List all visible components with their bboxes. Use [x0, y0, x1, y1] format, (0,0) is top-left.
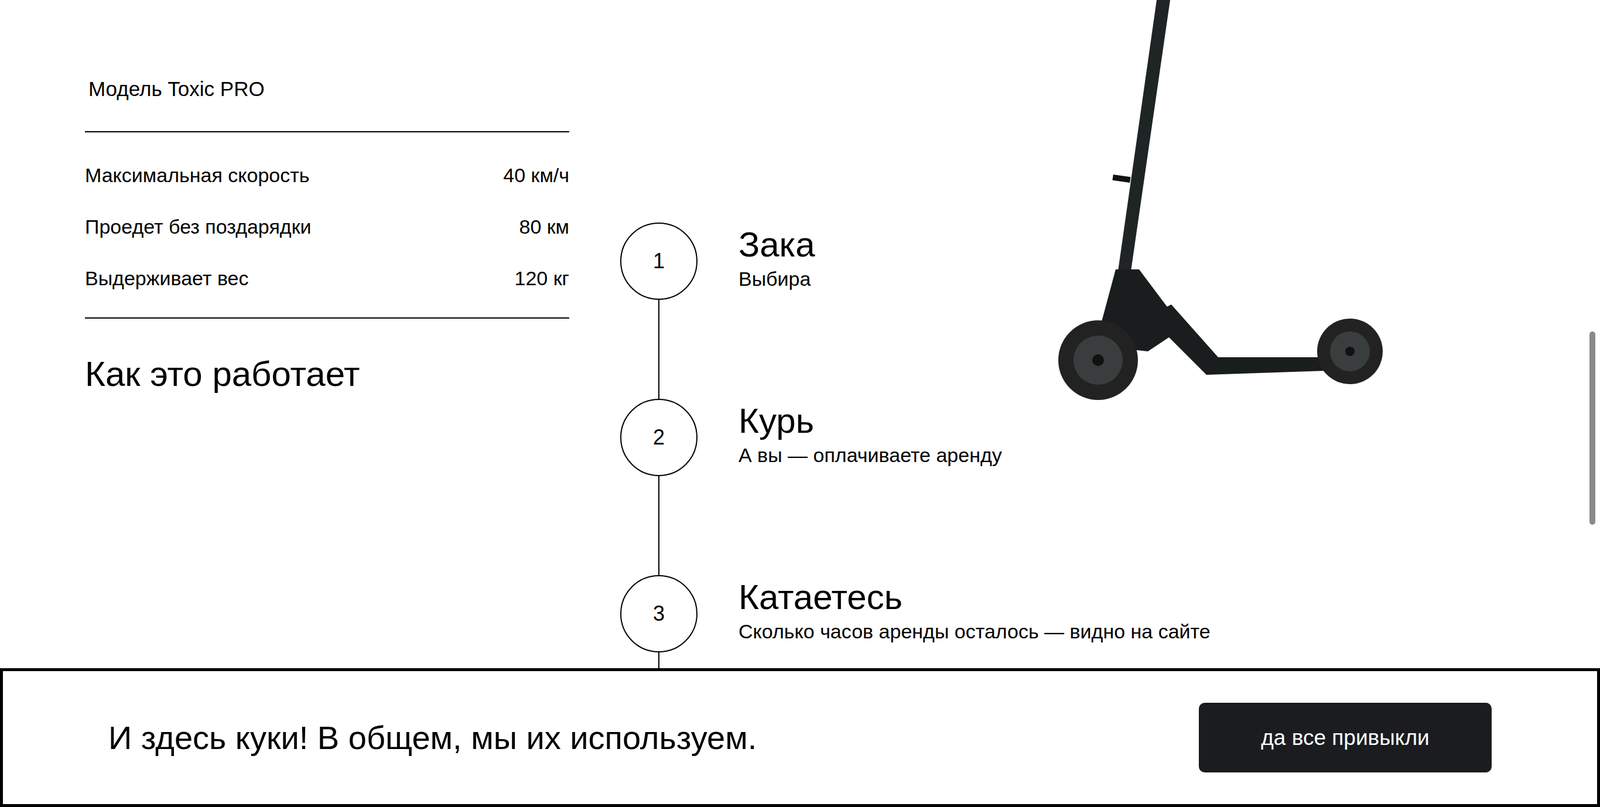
spec-row: Проедет без поздарядки 80 км: [84, 213, 570, 241]
step-title: Катаетесь: [738, 576, 1211, 619]
step-number: 1: [620, 222, 698, 300]
specs-table: Максимальная скорость 40 км/ч Проедет без …: [84, 131, 570, 319]
spec-label: Проедет без поздарядки: [84, 213, 312, 241]
step: 2 КурьА вы — оплачиваете аренду: [620, 398, 1211, 576]
accept-cookies-button[interactable]: да все привыкли: [1198, 702, 1492, 773]
step-number: 2: [620, 398, 698, 477]
scooter-image: [819, 0, 1418, 410]
cookie-banner: И здесь куки! В общем, мы их используем.…: [0, 668, 1600, 807]
model-title: Модель Toxic PRO: [84, 77, 570, 101]
step-number: 3: [620, 575, 698, 653]
scrollbar-thumb[interactable]: [1589, 331, 1596, 525]
spec-value: 40 км/ч: [503, 161, 570, 189]
spec-row: Максимальная скорость 40 км/ч: [84, 161, 570, 189]
step-title: Зака: [738, 223, 816, 266]
scooter-icon: [819, 0, 1418, 410]
specs-column: Модель Toxic PRO Максимальная скорость 40 …: [84, 77, 570, 752]
spec-row: Выдерживает вес 120 кг: [84, 264, 570, 292]
step-description: Сколько часов аренды осталось — видно на…: [738, 618, 1211, 645]
page: Модель Toxic PRO Максимальная скорость 40 …: [0, 0, 1600, 807]
spec-label: Максимальная скорость: [84, 161, 310, 189]
step-marker: 1: [620, 222, 698, 399]
step-description: А вы — оплачиваете аренду: [738, 442, 1003, 468]
spec-value: 80 км: [518, 213, 570, 241]
step-text: КурьА вы — оплачиваете аренду: [738, 398, 1003, 576]
step-connector: [658, 476, 660, 576]
step-text: ЗакаВыбира: [738, 222, 816, 399]
how-heading: Как это работает: [84, 353, 570, 395]
step-connector: [658, 299, 660, 399]
spec-label: Выдерживает вес: [84, 264, 249, 292]
spec-value: 120 кг: [514, 264, 570, 292]
step-description: Выбира: [738, 265, 816, 292]
step-marker: 2: [620, 398, 698, 576]
cookie-text: И здесь куки! В общем, мы их используем.: [108, 718, 757, 757]
